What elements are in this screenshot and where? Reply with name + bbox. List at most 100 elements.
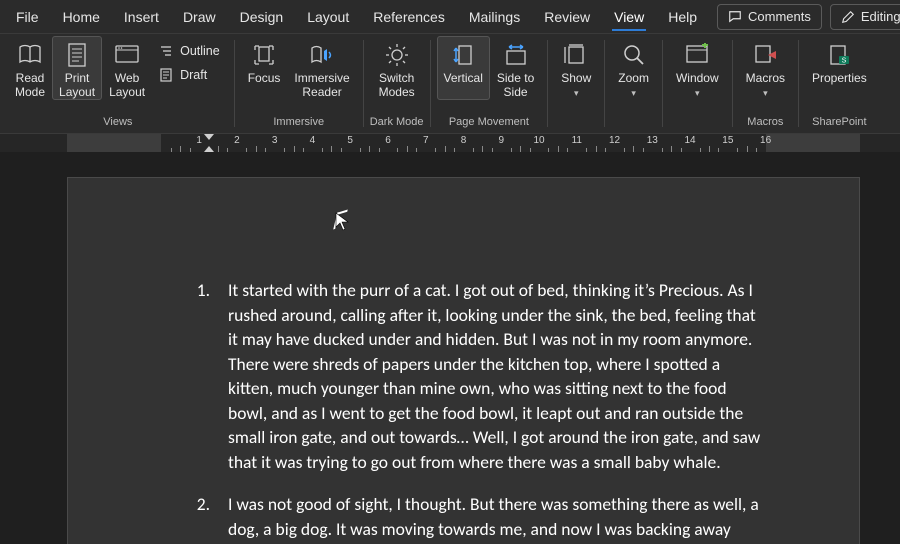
menu-tab-mailings[interactable]: Mailings	[457, 0, 532, 34]
web-layout-label: WebLayout	[109, 71, 145, 99]
horizontal-ruler[interactable]: 12345678910111213141516	[0, 134, 900, 152]
print-layout-icon	[63, 41, 91, 69]
ribbon-separator	[662, 40, 663, 127]
zoom-label: Zoom▾	[618, 71, 649, 100]
ribbon-group-sharepoint: S Properties SharePoint	[803, 34, 876, 133]
group-label-empty	[696, 115, 699, 133]
properties-icon: S	[825, 41, 853, 69]
document-viewport[interactable]: It started with the purr of a cat. I got…	[0, 152, 900, 544]
switch-modes-button[interactable]: SwitchModes	[372, 36, 422, 100]
show-label: Show▾	[561, 71, 591, 100]
group-label-empty	[575, 115, 578, 133]
menu-tab-insert[interactable]: Insert	[112, 0, 171, 34]
window-label: Window▾	[676, 71, 719, 100]
ribbon-separator	[604, 40, 605, 127]
menu-tab-draw[interactable]: Draw	[171, 0, 228, 34]
web-layout-icon	[113, 41, 141, 69]
ribbon-separator	[732, 40, 733, 127]
focus-icon	[250, 41, 278, 69]
ribbon-group-window: Window▾	[667, 34, 728, 133]
chevron-down-icon: ▾	[574, 88, 579, 98]
immersive-reader-icon	[308, 41, 336, 69]
zoom-icon	[620, 41, 648, 69]
properties-button[interactable]: S Properties	[805, 36, 874, 100]
menu-tab-file[interactable]: File	[4, 0, 51, 34]
side-to-side-label: Side toSide	[497, 71, 534, 99]
focus-button[interactable]: Focus	[241, 36, 288, 100]
menu-tab-review[interactable]: Review	[532, 0, 602, 34]
numbered-list[interactable]: It started with the purr of a cat. I got…	[214, 278, 768, 541]
document-body[interactable]: It started with the purr of a cat. I got…	[208, 278, 768, 544]
zoom-menu-button[interactable]: Zoom▾	[611, 36, 656, 101]
menu-tab-home[interactable]: Home	[51, 0, 112, 34]
vertical-scroll-icon	[449, 41, 477, 69]
group-label-page-movement: Page Movement	[449, 115, 529, 133]
list-item[interactable]: It started with the purr of a cat. I got…	[214, 278, 768, 474]
group-label-empty	[632, 115, 635, 133]
immersive-reader-button[interactable]: ImmersiveReader	[287, 36, 356, 100]
read-mode-button[interactable]: ReadMode	[8, 36, 52, 100]
macros-icon	[751, 41, 779, 69]
group-label-dark-mode: Dark Mode	[370, 115, 424, 133]
svg-text:S: S	[842, 58, 847, 65]
ribbon: ReadMode PrintLayout WebLayout	[0, 34, 900, 134]
ribbon-group-macros: Macros▾ Macros	[737, 34, 794, 133]
comment-icon	[728, 10, 742, 24]
web-layout-button[interactable]: WebLayout	[102, 36, 152, 100]
group-label-views: Views	[103, 115, 132, 133]
side-to-side-button[interactable]: Side toSide	[490, 36, 541, 100]
switch-modes-label: SwitchModes	[379, 71, 415, 99]
menu-tabs: FileHomeInsertDrawDesignLayoutReferences…	[4, 0, 709, 34]
comments-label: Comments	[748, 9, 811, 24]
properties-label: Properties	[812, 71, 867, 99]
editing-mode-button[interactable]: Editing ▾	[830, 4, 900, 30]
comments-button[interactable]: Comments	[717, 4, 822, 30]
chevron-down-icon: ▾	[695, 88, 700, 98]
ribbon-group-page-movement: Vertical Side toSide Page Movement	[435, 34, 544, 133]
menu-bar: FileHomeInsertDrawDesignLayoutReferences…	[0, 0, 900, 34]
side-to-side-icon	[502, 41, 530, 69]
views-mini-list: Outline Draft	[152, 36, 228, 86]
vertical-button[interactable]: Vertical	[437, 36, 490, 100]
document-page[interactable]: It started with the purr of a cat. I got…	[67, 177, 860, 544]
vertical-label: Vertical	[444, 71, 483, 99]
ribbon-group-show: Show▾	[552, 34, 600, 133]
focus-label: Focus	[248, 71, 281, 99]
editing-label: Editing	[861, 9, 900, 24]
outline-icon	[158, 43, 174, 59]
menu-tab-view[interactable]: View	[602, 0, 656, 34]
brightness-icon	[383, 41, 411, 69]
outline-button[interactable]: Outline	[154, 40, 224, 62]
ribbon-group-views: ReadMode PrintLayout WebLayout	[6, 34, 230, 133]
print-layout-label: PrintLayout	[59, 71, 95, 99]
print-layout-button[interactable]: PrintLayout	[52, 36, 102, 100]
show-menu-button[interactable]: Show▾	[554, 36, 598, 101]
ribbon-separator	[430, 40, 431, 127]
ribbon-separator	[234, 40, 235, 127]
macros-menu-button[interactable]: Macros▾	[739, 36, 792, 101]
window-icon	[683, 41, 711, 69]
show-icon	[562, 41, 590, 69]
draft-label: Draft	[180, 68, 207, 82]
window-menu-button[interactable]: Window▾	[669, 36, 726, 101]
group-label-macros: Macros	[747, 115, 783, 133]
menu-tab-help[interactable]: Help	[656, 0, 709, 34]
ribbon-separator	[798, 40, 799, 127]
outline-label: Outline	[180, 44, 220, 58]
group-label-immersive: Immersive	[273, 115, 324, 133]
draft-icon	[158, 67, 174, 83]
macros-label: Macros▾	[746, 71, 785, 100]
menu-tab-design[interactable]: Design	[228, 0, 296, 34]
chevron-down-icon: ▾	[631, 88, 636, 98]
chevron-down-icon: ▾	[763, 88, 768, 98]
menu-tab-references[interactable]: References	[361, 0, 457, 34]
group-label-sharepoint: SharePoint	[812, 115, 866, 133]
draft-button[interactable]: Draft	[154, 64, 224, 86]
ribbon-separator	[547, 40, 548, 127]
read-mode-label: ReadMode	[15, 71, 45, 99]
menu-tab-layout[interactable]: Layout	[295, 0, 361, 34]
immersive-reader-label: ImmersiveReader	[294, 71, 349, 99]
ribbon-group-immersive: Focus ImmersiveReader Immersive	[239, 34, 359, 133]
list-item[interactable]: I was not good of sight, I thought. But …	[214, 492, 768, 541]
ribbon-separator	[363, 40, 364, 127]
